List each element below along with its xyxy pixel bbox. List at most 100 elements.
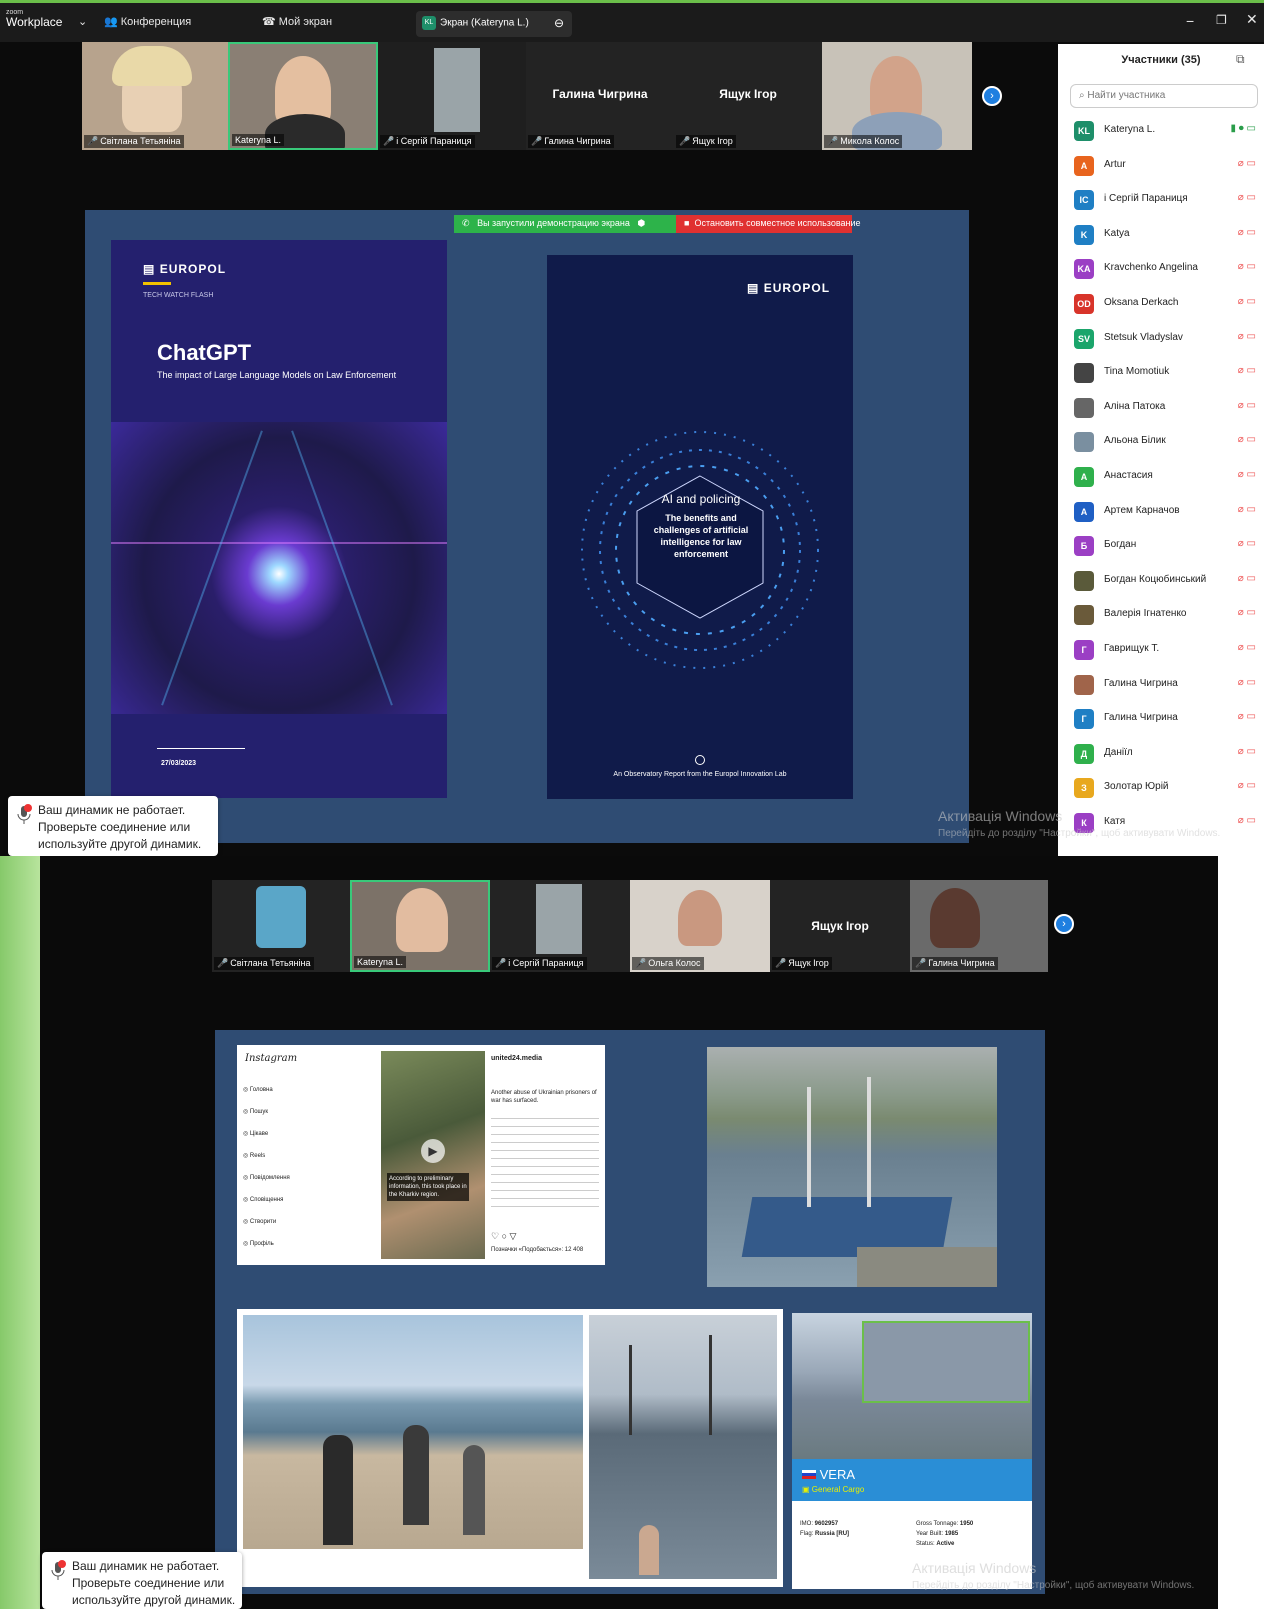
my-screen-menu[interactable]: ☎ Мой экран (262, 15, 332, 28)
participant-row[interactable]: KA Kravchenko Angelina ⌀ ▭ (1074, 258, 1260, 280)
mic-muted-icon[interactable]: ⌀ ▭ (1238, 296, 1256, 307)
windows-activation-hint: Перейдіть до розділу "Настройки", щоб ак… (938, 828, 1221, 839)
participant-name: Богдан (1104, 539, 1137, 551)
heart-icon[interactable]: ♡ (491, 1231, 499, 1241)
instagram-nav-item[interactable]: ◎ Цікаве (243, 1123, 313, 1145)
mic-muted-icon[interactable]: ⌀ ▭ (1238, 642, 1256, 653)
mic-muted-icon[interactable]: ⌀ ▭ (1238, 538, 1256, 549)
mic-muted-icon[interactable]: ⌀ ▭ (1238, 746, 1256, 757)
video-tile[interactable]: 🎤 Ольга Колос (630, 880, 770, 972)
doc-tagline: The impact of Large Language Models on L… (157, 370, 397, 380)
instagram-nav-item[interactable]: ◎ Сповіщення (243, 1189, 313, 1211)
next-page-arrow-icon[interactable]: › (982, 86, 1002, 106)
mic-muted-icon[interactable]: ⌀ ▭ (1238, 227, 1256, 238)
avatar (1074, 363, 1094, 384)
screen-share-tab[interactable]: KL Экран (Kateryna L.) ⊖ (416, 11, 572, 37)
mic-muted-icon[interactable]: ⌀ ▭ (1238, 815, 1256, 826)
participant-row[interactable]: A Artur ⌀ ▭ (1074, 155, 1260, 177)
toast-line: Ваш динамик не работает. (38, 803, 186, 817)
next-page-arrow-icon[interactable]: › (1054, 914, 1074, 934)
share-icon[interactable]: ▽ (510, 1231, 517, 1241)
participant-row[interactable]: K Katya ⌀ ▭ (1074, 224, 1260, 246)
participant-row[interactable]: Tina Momotiuk ⌀ ▭ (1074, 362, 1260, 384)
video-tile[interactable]: 🎤 Галина Чигрина (910, 880, 1048, 972)
participant-row[interactable]: Г Галина Чигрина ⌀ ▭ (1074, 708, 1260, 730)
instagram-nav-item[interactable]: ◎ Reels (243, 1145, 313, 1167)
avatar: Д (1074, 743, 1094, 764)
video-tile-active-speaker[interactable]: Kateryna L. (228, 42, 378, 150)
instagram-account[interactable]: united24.media (491, 1055, 542, 1062)
play-icon[interactable]: ▶ (421, 1139, 445, 1163)
participant-row[interactable]: Богдан Коцюбинський ⌀ ▭ (1074, 570, 1260, 592)
mic-muted-icon[interactable]: ⌀ ▭ (1238, 607, 1256, 618)
mic-muted-icon[interactable]: ⌀ ▭ (1238, 400, 1256, 411)
mic-muted-icon[interactable]: ⌀ ▭ (1238, 504, 1256, 515)
participant-row[interactable]: Аліна Патока ⌀ ▭ (1074, 397, 1260, 419)
participant-row[interactable]: А Анастасия ⌀ ▭ (1074, 466, 1260, 488)
stop-share-button[interactable]: ■ Остановить совместное использование (676, 215, 861, 233)
participant-row[interactable]: Б Богдан ⌀ ▭ (1074, 535, 1260, 557)
minimize-circle-icon[interactable]: ⊖ (554, 16, 564, 30)
mic-muted-icon[interactable]: ⌀ ▭ (1238, 192, 1256, 203)
post-text: Another abuse of Ukrainian prisoners of … (491, 1090, 597, 1104)
mic-muted-icon[interactable]: ⌀ ▭ (1238, 573, 1256, 584)
mic-muted-icon[interactable]: ⌀ ▭ (1238, 677, 1256, 688)
mic-muted-icon[interactable]: ⌀ ▭ (1238, 434, 1256, 445)
participant-row[interactable]: KL Kateryna L. ▮ ⏺ ▭ (1074, 120, 1260, 142)
video-tile[interactable]: 🎤 Микола Колос (822, 42, 972, 150)
comment-icon[interactable]: ○ (502, 1231, 507, 1241)
mic-muted-icon[interactable]: ⌀ ▭ (1238, 365, 1256, 376)
video-tile[interactable]: Ящук Ігор 🎤 Ящук Ігор (674, 42, 822, 150)
participant-row[interactable]: OD Oksana Derkach ⌀ ▭ (1074, 293, 1260, 315)
participant-row[interactable]: Альона Білик ⌀ ▭ (1074, 431, 1260, 453)
participant-row[interactable]: IC і Сергій Параниця ⌀ ▭ (1074, 189, 1260, 211)
toast-line: используйте другой динамик. (72, 1593, 236, 1607)
video-tile[interactable]: Ящук Ігор 🎤 Ящук Ігор (770, 880, 910, 972)
video-tile[interactable]: Галина Чигрина 🎤 Галина Чигрина (526, 42, 674, 150)
participant-row[interactable]: Галина Чигрина ⌀ ▭ (1074, 674, 1260, 696)
video-thumbnail[interactable]: ▶ According to preliminary information, … (381, 1051, 485, 1259)
instagram-logo: Instagram (245, 1053, 298, 1064)
instagram-nav-item[interactable]: ◎ Повідомлення (243, 1167, 313, 1189)
participant-search-input[interactable]: ⌕ Найти участника (1070, 84, 1258, 108)
zoom-logo-text: Workplace (6, 15, 63, 29)
participant-row[interactable]: Д Даніїл ⌀ ▭ (1074, 743, 1260, 765)
minimize-icon[interactable]: − (1186, 13, 1194, 29)
mic-muted-icon[interactable]: ⌀ ▭ (1238, 261, 1256, 272)
mic-muted-icon[interactable]: ⌀ ▭ (1238, 331, 1256, 342)
vessel-photo (792, 1313, 1032, 1459)
participant-row[interactable]: З Золотар Юрій ⌀ ▭ (1074, 777, 1260, 799)
conference-menu[interactable]: 👥 Конференция (104, 15, 191, 28)
instagram-nav-item[interactable]: ◎ Головна (243, 1079, 313, 1101)
video-tile[interactable]: 🎤 і Сергій Параниця (490, 880, 630, 972)
video-tile-active-speaker[interactable]: Kateryna L. (350, 880, 490, 972)
mic-muted-icon[interactable]: ⌀ ▭ (1238, 469, 1256, 480)
instagram-nav-item[interactable]: ◎ Створити (243, 1211, 313, 1233)
sharing-status-banner: ✆ Вы запустили демонстрацию экрана ⬢ (454, 215, 676, 233)
chevron-down-icon[interactable]: ⌄ (78, 15, 87, 28)
participant-row[interactable]: Валерія Ігнатенко ⌀ ▭ (1074, 604, 1260, 626)
video-tile[interactable]: 🎤 Світлана Тетьяніна (82, 42, 228, 150)
close-icon[interactable]: ✕ (1246, 11, 1258, 28)
mic-muted-icon[interactable]: ⌀ ▭ (1238, 780, 1256, 791)
avatar: OD (1074, 294, 1094, 314)
popout-icon[interactable]: ⧉ (1236, 52, 1245, 67)
instagram-nav-label: Пошук (249, 1109, 268, 1115)
gross-value: 1950 (959, 1521, 974, 1527)
video-tile[interactable]: 🎤 і Сергій Параниця (378, 42, 526, 150)
participant-display-name: Галина Чигрина (552, 87, 648, 102)
ship-mast (807, 1087, 811, 1207)
participant-row[interactable]: SV Stetsuk Vladyslav ⌀ ▭ (1074, 328, 1260, 350)
mic-muted-icon[interactable]: ⌀ ▭ (1238, 711, 1256, 722)
video-tile[interactable]: 🎤 Світлана Тетьяніна (212, 880, 350, 972)
mic-muted-icon[interactable]: ⌀ ▭ (1238, 158, 1256, 169)
instagram-nav-item[interactable]: ◎ Профіль (243, 1233, 313, 1255)
top-zoom-window: zoom Workplace ⌄ 👥 Конференция ☎ Мой экр… (0, 0, 1264, 856)
post-actions[interactable]: ♡ ○ ▽ (491, 1231, 516, 1242)
mic-on-icon[interactable]: ▮ ⏺ ▭ (1230, 123, 1256, 134)
instagram-nav-item[interactable]: ◎ Пошук (243, 1101, 313, 1123)
participant-row[interactable]: А Артем Карначов ⌀ ▭ (1074, 501, 1260, 523)
instagram-nav-label: Reels (249, 1153, 266, 1159)
restore-icon[interactable]: ❐ (1216, 13, 1227, 27)
participant-row[interactable]: Г Гаврищук Т. ⌀ ▭ (1074, 639, 1260, 661)
